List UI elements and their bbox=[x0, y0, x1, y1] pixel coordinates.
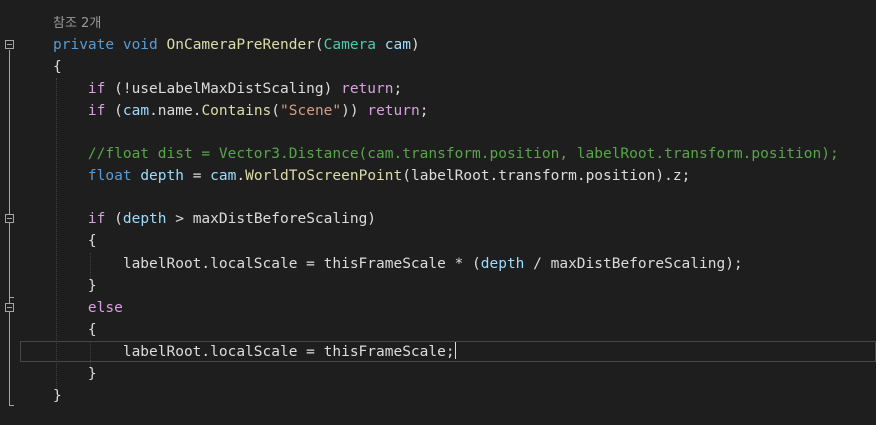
keyword: else bbox=[87, 300, 123, 316]
collapse-icon[interactable] bbox=[5, 303, 14, 312]
keyword: float bbox=[87, 168, 132, 184]
keyword: if bbox=[87, 211, 106, 227]
code-line-7[interactable]: float depth = cam.WorldToScreenPoint(lab… bbox=[53, 165, 690, 187]
keyword: if bbox=[87, 81, 106, 97]
punctuation: ; bbox=[419, 103, 429, 119]
method-name: WorldToScreenPoint bbox=[245, 168, 403, 184]
code-line-16[interactable]: } bbox=[53, 363, 97, 385]
collapse-icon[interactable] bbox=[5, 40, 14, 49]
fold-line bbox=[9, 224, 10, 297]
comment: //float dist = Vector3.Distance(cam.tran… bbox=[87, 146, 839, 162]
code-line-9[interactable]: if (depth > maxDistBeforeScaling) bbox=[53, 208, 376, 230]
variable-name: depth bbox=[122, 211, 167, 227]
type-name: Camera bbox=[323, 37, 377, 53]
code-text: (!useLabelMaxDistScaling) bbox=[105, 81, 342, 97]
punctuation: ) bbox=[410, 37, 420, 53]
code-text: > maxDistBeforeScaling) bbox=[166, 211, 377, 227]
brace: } bbox=[87, 366, 97, 382]
parameter-name: cam bbox=[210, 168, 237, 184]
code-line-signature[interactable]: private void OnCameraPreRender(Camera ca… bbox=[53, 34, 420, 56]
parameter-name: cam bbox=[122, 103, 150, 119]
folding-gutter bbox=[0, 0, 22, 425]
code-line-15[interactable]: labelRoot.localScale = thisFrameScale; bbox=[53, 341, 456, 363]
punctuation: )) bbox=[341, 103, 368, 119]
code-line-12[interactable]: } bbox=[53, 275, 97, 297]
brace: } bbox=[53, 388, 62, 404]
string-literal: "Scene" bbox=[280, 103, 342, 119]
code-line-comment[interactable]: //float dist = Vector3.Distance(cam.tran… bbox=[53, 143, 839, 165]
fold-end bbox=[9, 297, 14, 298]
punctuation: ( bbox=[314, 37, 324, 53]
keyword: if bbox=[87, 103, 106, 119]
keyword: private bbox=[53, 37, 115, 53]
brace: { bbox=[53, 59, 62, 75]
code-text: ( bbox=[105, 103, 123, 119]
brace: { bbox=[87, 233, 97, 249]
keyword: return bbox=[341, 81, 394, 97]
code-text: .name. bbox=[149, 103, 202, 119]
keyword: return bbox=[367, 103, 420, 119]
code-text: = bbox=[183, 168, 211, 184]
code-line-4[interactable]: if (cam.name.Contains("Scene")) return; bbox=[53, 100, 429, 122]
brace: { bbox=[87, 322, 97, 338]
code-text: ( bbox=[105, 211, 123, 227]
punctuation: . bbox=[236, 168, 246, 184]
text-caret bbox=[454, 342, 456, 359]
method-name: OnCameraPreRender bbox=[166, 37, 315, 53]
code-line-3[interactable]: if (!useLabelMaxDistScaling) return; bbox=[53, 78, 402, 100]
code-line-else[interactable]: else bbox=[53, 297, 123, 319]
code-line-14[interactable]: { bbox=[53, 319, 97, 341]
variable-name: depth bbox=[140, 168, 184, 184]
code-line-reference-hint[interactable]: 참조 2개 bbox=[53, 12, 101, 34]
code-line-11[interactable]: labelRoot.localScale = thisFrameScale * … bbox=[53, 253, 743, 275]
code-text: (labelRoot.transform.position).z; bbox=[402, 168, 691, 184]
brace: } bbox=[87, 278, 97, 294]
punctuation: ; bbox=[393, 81, 403, 97]
code-editor[interactable]: 참조 2개 private void OnCameraPreRender(Cam… bbox=[0, 0, 876, 425]
code-text: / maxDistBeforeScaling); bbox=[524, 256, 743, 272]
code-line-open-brace[interactable]: { bbox=[53, 56, 62, 78]
fold-end bbox=[9, 405, 14, 406]
keyword: void bbox=[122, 37, 158, 53]
method-name: Contains bbox=[201, 103, 272, 119]
collapse-icon[interactable] bbox=[5, 214, 14, 223]
punctuation: ( bbox=[271, 103, 281, 119]
variable-name: depth bbox=[480, 256, 525, 272]
code-line-close-brace[interactable]: } bbox=[53, 385, 62, 407]
code-line-10[interactable]: { bbox=[53, 230, 97, 252]
parameter-name: cam bbox=[384, 37, 411, 53]
reference-count-link[interactable]: 참조 2개 bbox=[53, 16, 101, 31]
code-text: labelRoot.localScale = thisFrameScale; bbox=[122, 344, 455, 360]
code-text: labelRoot.localScale = thisFrameScale * … bbox=[122, 256, 481, 272]
